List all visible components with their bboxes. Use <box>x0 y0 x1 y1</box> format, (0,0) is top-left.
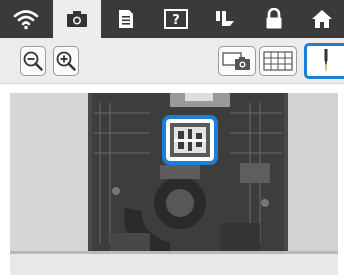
tab-camera[interactable] <box>53 0 101 38</box>
tab-document[interactable] <box>102 0 150 38</box>
top-tab-bar: ? <box>0 0 344 38</box>
sewing-foot-icon <box>216 11 234 26</box>
tab-home[interactable] <box>298 0 344 38</box>
tab-lock[interactable] <box>250 0 298 38</box>
camera-view-button[interactable] <box>218 46 256 76</box>
camera-view-icon <box>222 52 250 70</box>
zoom-in-icon <box>56 51 76 71</box>
camera-icon <box>67 11 87 27</box>
tab-wifi[interactable] <box>2 0 50 38</box>
needle-icon <box>324 49 327 72</box>
zoom-out-button[interactable] <box>20 46 46 76</box>
presser-foot-highlight[interactable] <box>162 115 218 165</box>
grid-button[interactable] <box>259 46 297 76</box>
help-icon: ? <box>164 9 188 29</box>
wifi-icon <box>13 10 39 30</box>
camera-toolbar <box>0 38 344 84</box>
zoom-in-button[interactable] <box>53 46 79 76</box>
camera-viewport <box>0 85 344 280</box>
document-icon <box>119 10 133 28</box>
tab-help[interactable]: ? <box>152 0 200 38</box>
needle-plate-photo[interactable] <box>10 93 338 275</box>
grid-icon <box>263 51 293 71</box>
home-icon <box>312 10 332 28</box>
needle-button[interactable] <box>304 43 344 79</box>
zoom-out-icon <box>23 51 43 71</box>
help-glyph: ? <box>172 13 180 28</box>
lock-icon <box>266 8 282 29</box>
tab-sewing-foot[interactable] <box>201 0 249 38</box>
